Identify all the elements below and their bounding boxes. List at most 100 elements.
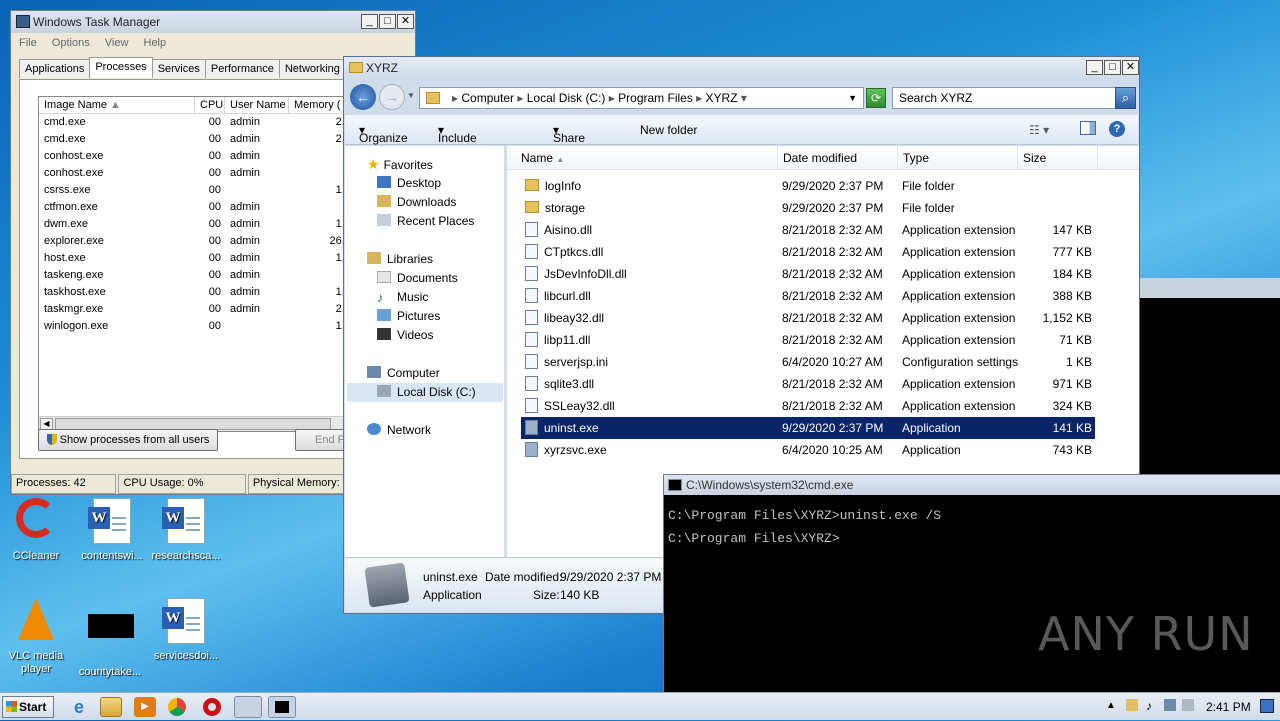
breadcrumb-xyrz[interactable]: XYRZ	[706, 91, 738, 105]
start-button[interactable]: Start	[2, 696, 54, 718]
file-row[interactable]: libp11.dll 8/21/2018 2:32 AM Application e…	[521, 329, 1095, 351]
file-row[interactable]: CTptkcs.dll 8/21/2018 2:32 AM Application …	[521, 241, 1095, 263]
file-row[interactable]: sqlite3.dll 8/21/2018 2:32 AM Application …	[521, 373, 1095, 395]
network-tray-icon[interactable]	[1164, 699, 1176, 711]
internet-explorer-icon[interactable]: e	[68, 697, 90, 717]
speaker-icon[interactable]: ♪	[1146, 699, 1152, 713]
process-row[interactable]: conhost.exe00admin70	[39, 148, 357, 165]
menu-view[interactable]: View	[105, 37, 129, 49]
file-row[interactable]: libcurl.dll 8/21/2018 2:32 AM Application …	[521, 285, 1095, 307]
process-row[interactable]: taskmgr.exe00admin2,08	[39, 301, 357, 318]
media-player-icon[interactable]: ▶	[134, 697, 156, 717]
process-row[interactable]: taskeng.exe00admin98	[39, 267, 357, 284]
file-row[interactable]: logInfo 9/29/2020 2:37 PM File folder	[521, 175, 1095, 197]
show-desktop-button[interactable]	[1260, 699, 1274, 713]
task-manager-titlebar[interactable]: Windows Task Manager _ □ ✕	[11, 11, 415, 33]
column-cpu[interactable]: CPU	[195, 97, 225, 113]
search-icon[interactable]: ⌕	[1115, 87, 1136, 109]
explorer-taskbar-icon[interactable]	[100, 697, 122, 717]
file-row[interactable]: xyrzsvc.exe 6/4/2020 10:25 AM Application 7…	[521, 439, 1095, 461]
cmd-titlebar[interactable]: C:\Windows\system32\cmd.exe	[664, 475, 1280, 495]
nav-network[interactable]: Network	[367, 423, 431, 437]
tab-networking[interactable]: Networking	[278, 59, 346, 78]
nav-recent-places[interactable]: Recent Places	[377, 214, 474, 228]
search-input[interactable]: Search XYRZ	[892, 87, 1117, 109]
desktop-icon-countytake[interactable]: countytake...	[74, 598, 146, 678]
new-folder-button[interactable]: New folder	[640, 123, 697, 137]
file-row[interactable]: Aisino.dll 8/21/2018 2:32 AM Application e…	[521, 219, 1095, 241]
help-icon[interactable]: ?	[1109, 121, 1125, 137]
file-row[interactable]: uninst.exe 9/29/2020 2:37 PM Application 14…	[521, 417, 1095, 439]
opera-icon[interactable]	[203, 698, 221, 716]
column-date-modified[interactable]: Date modified	[778, 146, 898, 170]
view-options-icon[interactable]: ☷ ▾	[1029, 123, 1049, 137]
desktop-icon-researchsca[interactable]: researchsca...	[150, 498, 222, 562]
desktop-icon-vlc[interactable]: VLC media player	[0, 598, 72, 676]
process-row[interactable]: cmd.exe00admin2,26	[39, 131, 357, 148]
history-dropdown-icon[interactable]: ▼	[407, 91, 415, 100]
nav-favorites[interactable]: ★ Favorites	[367, 156, 433, 173]
file-row[interactable]: storage 9/29/2020 2:37 PM File folder	[521, 197, 1095, 219]
column-size[interactable]: Size	[1018, 146, 1098, 170]
minimize-button[interactable]: _	[361, 14, 378, 29]
process-row[interactable]: csrss.exe001,64	[39, 182, 357, 199]
process-list[interactable]: Image Name ▲ CPU User Name Memory ( cmd.…	[38, 96, 358, 432]
process-row[interactable]: dwm.exe00admin1,12	[39, 216, 357, 233]
breadcrumb-program-files[interactable]: Program Files	[618, 91, 693, 105]
menu-file[interactable]: File	[19, 37, 37, 49]
maximize-button[interactable]: □	[1104, 60, 1121, 75]
address-dropdown-icon[interactable]: ▼	[848, 88, 857, 108]
nav-downloads[interactable]: Downloads	[377, 195, 456, 209]
column-image-name[interactable]: Image Name ▲	[39, 97, 195, 113]
tab-services[interactable]: Services	[151, 59, 206, 78]
tab-performance[interactable]: Performance	[204, 59, 280, 78]
nav-music[interactable]: ♪ Music	[377, 290, 428, 304]
show-all-processes-button[interactable]: Show processes from all users	[38, 429, 218, 451]
menu-options[interactable]: Options	[52, 37, 90, 49]
breadcrumb-local-disk[interactable]: Local Disk (C:)	[527, 91, 606, 105]
desktop-icon-contentswi[interactable]: contentswi...	[76, 498, 148, 562]
process-row[interactable]: ctfmon.exe00admin69	[39, 199, 357, 216]
desktop-icon-ccleaner[interactable]: CCleaner	[0, 498, 72, 562]
address-bar[interactable]: ▸ Computer ▸ Local Disk (C:) ▸ Program F…	[419, 87, 864, 109]
nav-local-disk[interactable]: Local Disk (C:)	[377, 385, 476, 399]
forward-button[interactable]: →	[379, 84, 405, 110]
nav-documents[interactable]: Documents	[377, 271, 458, 285]
file-row[interactable]: serverjsp.ini 6/4/2020 10:27 AM Configurat…	[521, 351, 1095, 373]
process-row[interactable]: cmd.exe00admin2,23	[39, 114, 357, 131]
nav-desktop[interactable]: Desktop	[377, 176, 441, 190]
preview-pane-icon[interactable]	[1080, 121, 1096, 135]
close-button[interactable]: ✕	[397, 14, 414, 29]
process-row[interactable]: conhost.exe00admin70	[39, 165, 357, 182]
column-type[interactable]: Type	[898, 146, 1018, 170]
breadcrumb-computer[interactable]: Computer	[461, 91, 514, 105]
process-row[interactable]: explorer.exe00admin26,90	[39, 233, 357, 250]
organize-button[interactable]: Organize ▾	[359, 123, 408, 145]
desktop-icon-servicesdoi[interactable]: servicesdoi...	[150, 598, 222, 662]
nav-libraries[interactable]: Libraries	[367, 252, 433, 266]
process-row[interactable]: host.exe00admin1,70	[39, 250, 357, 267]
minimize-button[interactable]: _	[1086, 60, 1103, 75]
process-row[interactable]: taskhost.exe00admin1,95	[39, 284, 357, 301]
action-center-icon[interactable]	[1182, 699, 1194, 711]
refresh-button[interactable]: ⟳	[866, 88, 886, 108]
clock[interactable]: 2:41 PM	[1206, 700, 1251, 714]
cmd-taskbar-icon[interactable]	[268, 696, 296, 718]
nav-pictures[interactable]: Pictures	[377, 309, 440, 323]
task-manager-taskbar-icon[interactable]	[234, 696, 262, 718]
close-button[interactable]: ✕	[1122, 60, 1139, 75]
file-row[interactable]: libeay32.dll 8/21/2018 2:32 AM Application…	[521, 307, 1095, 329]
column-name[interactable]: Name ▲	[507, 146, 778, 170]
tab-applications[interactable]: Applications	[19, 59, 91, 78]
process-row[interactable]: winlogon.exe001,90	[39, 318, 357, 335]
file-row[interactable]: SSLeay32.dll 8/21/2018 2:32 AM Application…	[521, 395, 1095, 417]
column-user-name[interactable]: User Name	[225, 97, 289, 113]
back-button[interactable]: ←	[350, 84, 376, 110]
share-with-button[interactable]: Share with ▾	[553, 123, 585, 159]
flag-icon[interactable]	[1126, 699, 1138, 711]
maximize-button[interactable]: □	[379, 14, 396, 29]
chrome-icon[interactable]	[168, 698, 186, 716]
show-hidden-icons-icon[interactable]: ▲	[1106, 700, 1116, 711]
explorer-titlebar[interactable]: XYRZ _ □ ✕	[344, 57, 1139, 79]
menu-help[interactable]: Help	[144, 37, 167, 49]
